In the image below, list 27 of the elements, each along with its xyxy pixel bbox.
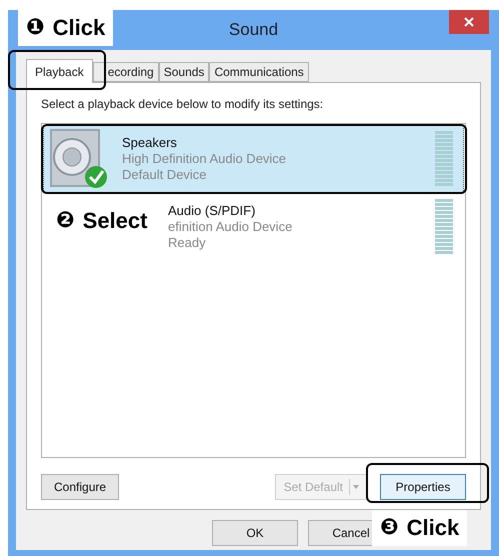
tab[interactable]: Sounds — [158, 62, 210, 82]
close-button[interactable] — [449, 10, 489, 34]
window-title: Sound — [228, 19, 278, 42]
step-number: ❶ — [26, 17, 45, 39]
step-number: ❷ — [56, 210, 75, 232]
device-status: Ready — [168, 235, 207, 251]
dialog-button[interactable]: OK — [212, 520, 298, 546]
tab[interactable]: Communications — [209, 62, 309, 82]
instruction-text: Select a playback device below to modify its settings: — [41, 96, 324, 113]
device-status: Default Device — [122, 167, 208, 183]
tab[interactable]: ecording — [92, 62, 159, 82]
device-driver: efinition Audio Device — [168, 219, 294, 235]
device-name: Audio (S/PDIF) — [168, 203, 256, 219]
device-driver: High Definition Audio Device — [122, 151, 288, 167]
device-item[interactable]: Speakers High Definition Audio Device Default Device — [43, 125, 464, 193]
device-item[interactable]: Audio (S/PDIF) efinition Audio Device Ready — [165, 193, 464, 261]
device-name: Speakers — [122, 135, 178, 151]
tab[interactable]: Playback — [26, 59, 93, 83]
callout-text: Select — [82, 210, 148, 232]
dialog-button[interactable]: Configure — [41, 474, 120, 500]
level-meter-icon — [435, 131, 453, 187]
callout-text: Click — [406, 517, 460, 539]
close-icon — [464, 17, 474, 27]
level-meter-icon — [435, 199, 453, 255]
callout-text: Click — [52, 17, 106, 39]
dialog-button[interactable]: Properties — [380, 474, 466, 500]
caret-icon — [353, 485, 359, 489]
